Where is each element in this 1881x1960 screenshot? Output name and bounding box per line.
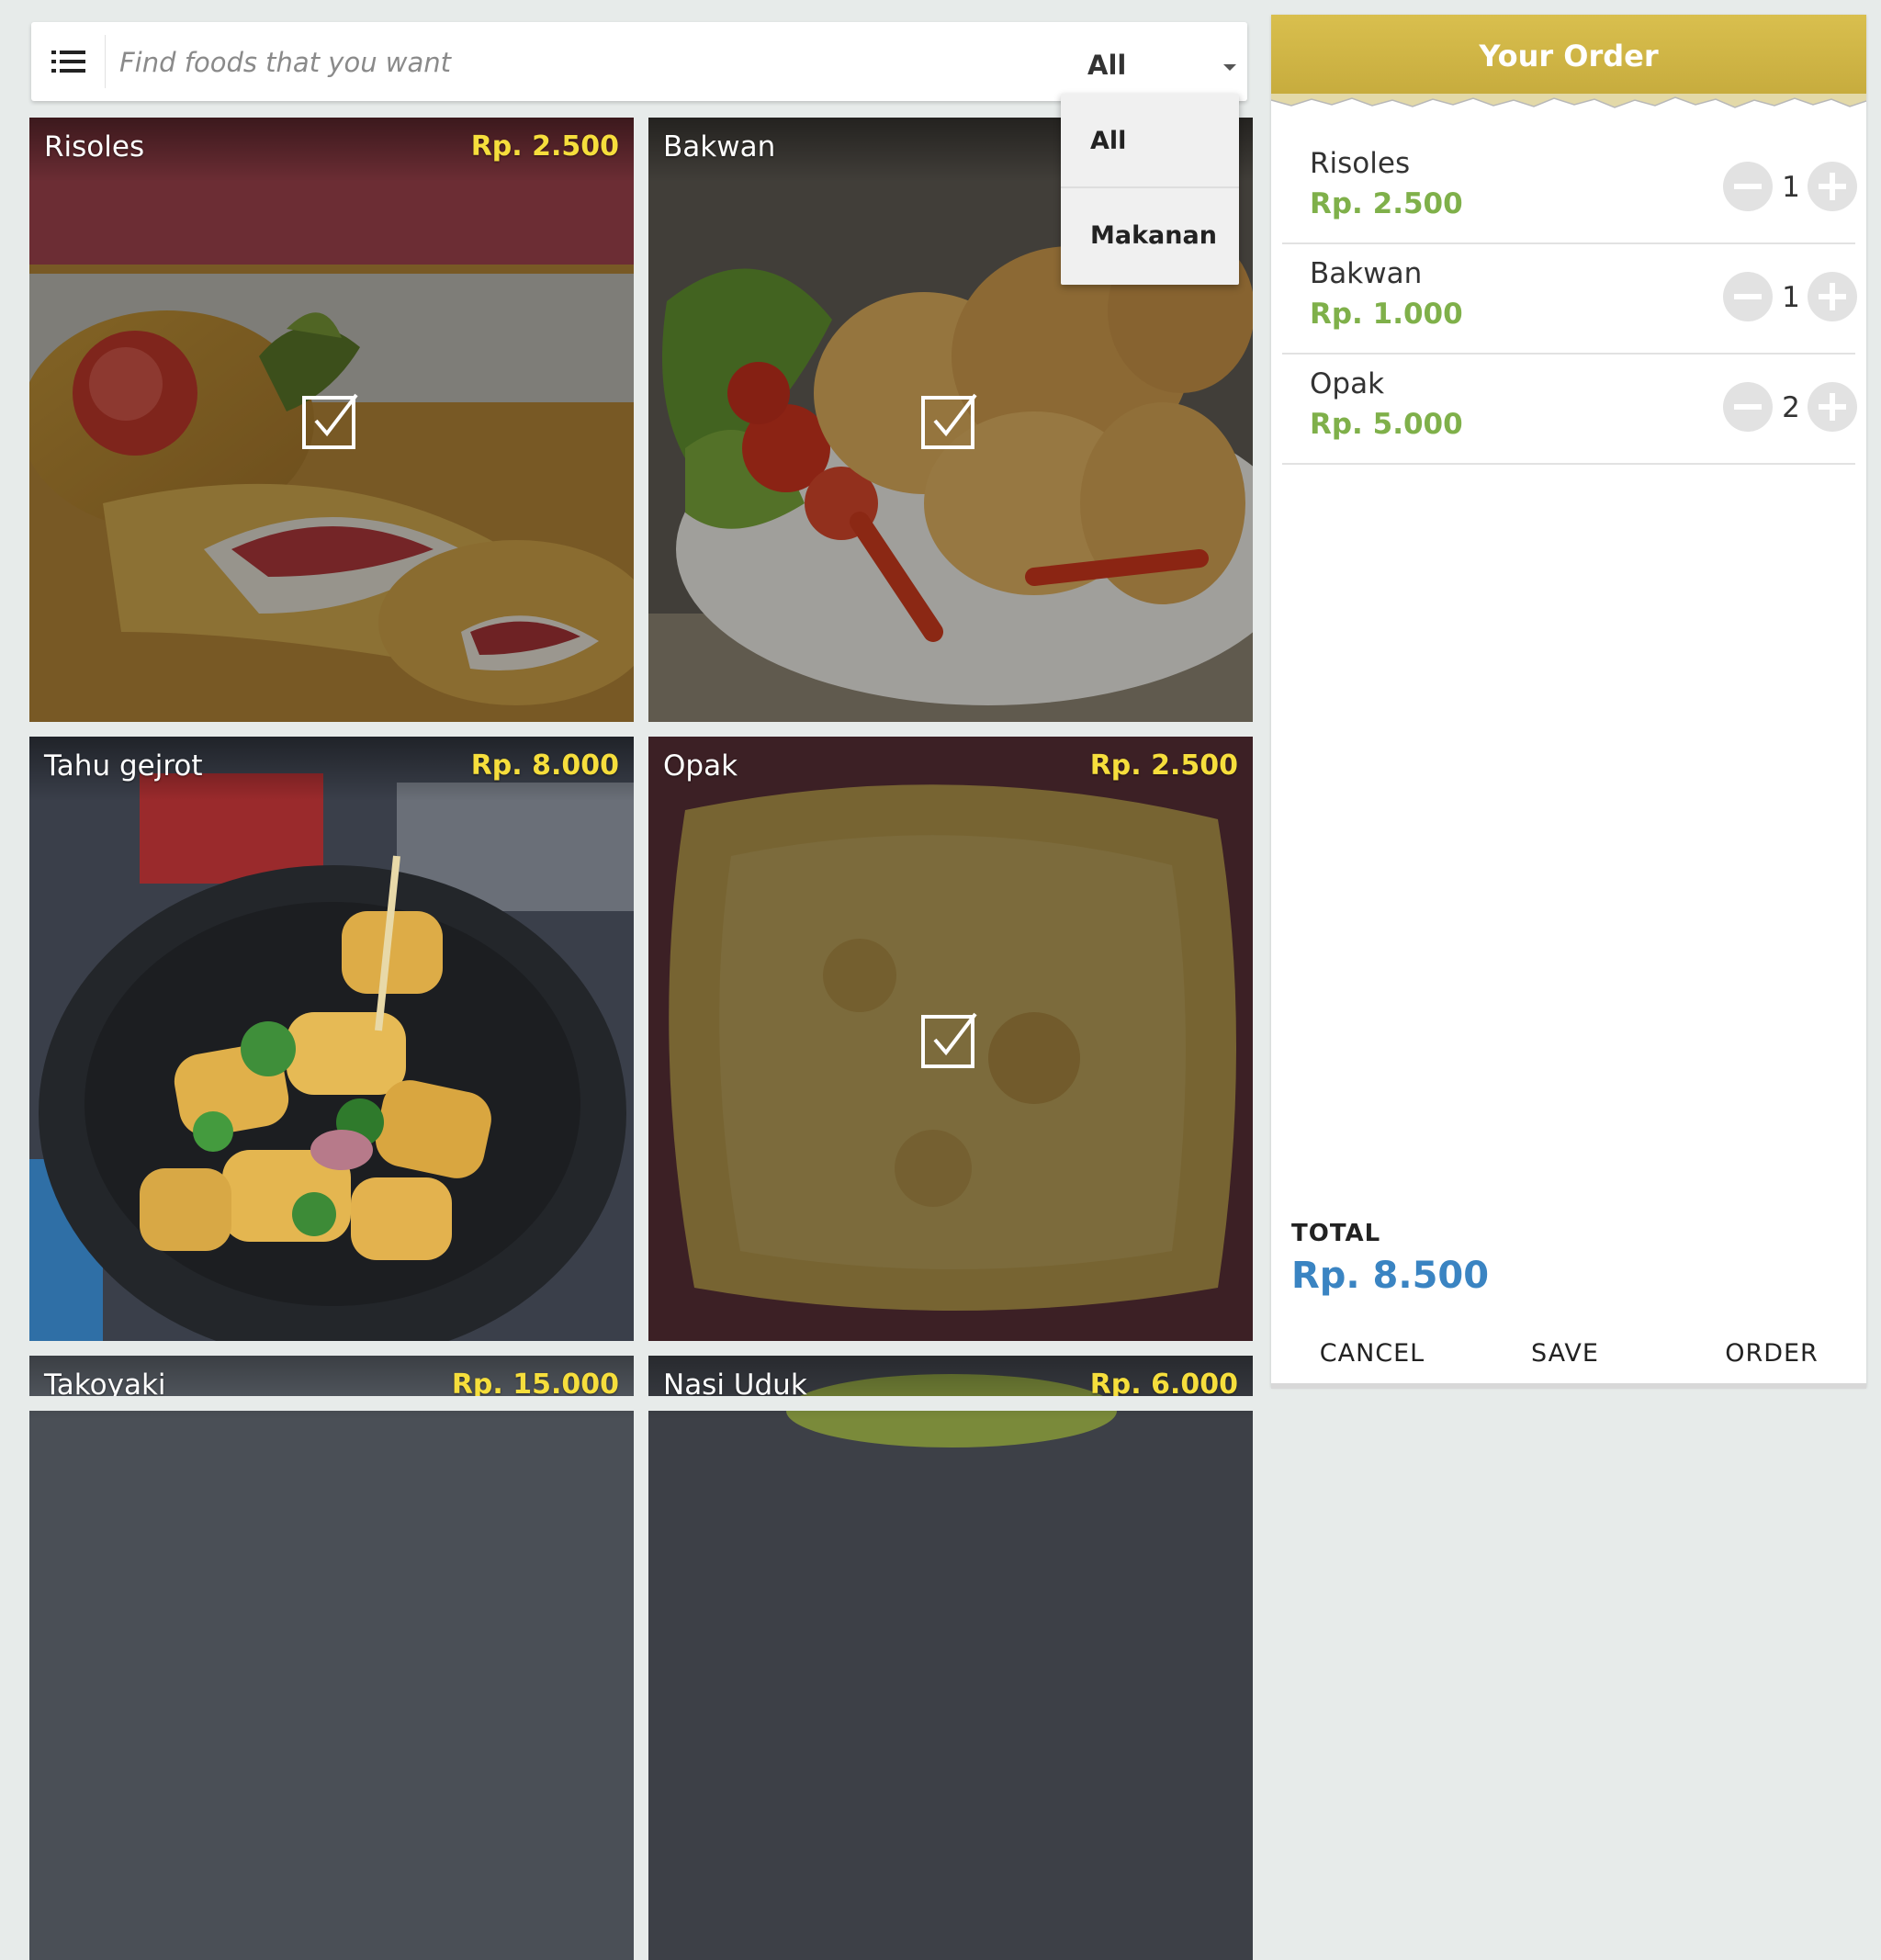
search-input[interactable] (118, 39, 801, 86)
food-tile-risoles[interactable]: Risoles Rp. 2.500 (29, 118, 634, 722)
food-photo-takoyaki (29, 1356, 634, 1960)
total-value: Rp. 8.500 (1291, 1255, 1490, 1297)
plus-circle-icon[interactable] (1808, 272, 1857, 321)
dropdown-option-all[interactable]: All (1061, 94, 1239, 188)
order-panel-title: Your Order (1271, 15, 1866, 97)
food-name: Risoles (44, 130, 145, 163)
order-item-price: Rp. 5.000 (1310, 408, 1463, 441)
order-item-price: Rp. 2.500 (1310, 187, 1463, 220)
search-divider (105, 35, 106, 88)
category-dropdown: All Makanan (1061, 94, 1239, 285)
food-tile-takoyaki[interactable]: Takoyaki Rp. 15.000 (29, 1356, 634, 1960)
food-price: Rp. 2.500 (1089, 749, 1238, 782)
order-item-name: Opak (1310, 367, 1385, 400)
order-item-qty: 1 (1782, 281, 1800, 314)
list-menu-icon[interactable] (48, 45, 90, 78)
food-photo-nasi-uduk (648, 1356, 1253, 1960)
dropdown-option-makanan[interactable]: Makanan (1061, 188, 1239, 283)
order-item-name: Risoles (1310, 147, 1411, 180)
order-button[interactable]: ORDER (1703, 1328, 1841, 1380)
total-label: TOTAL (1291, 1220, 1381, 1247)
check-icon (921, 393, 977, 449)
category-filter-select[interactable]: All (1087, 40, 1244, 88)
order-item: Bakwan Rp. 1.000 1 (1282, 244, 1857, 355)
food-tile-nasi-uduk[interactable]: Nasi Uduk Rp. 6.000 (648, 1356, 1253, 1960)
save-button[interactable]: SAVE (1501, 1328, 1629, 1380)
order-item: Risoles Rp. 2.500 1 (1282, 134, 1857, 244)
food-price: Rp. 2.500 (470, 130, 619, 163)
order-list: Risoles Rp. 2.500 1 Bakwan Rp. 1.000 1 O… (1282, 134, 1857, 465)
panel-bottom-strip (1271, 1383, 1866, 1389)
check-icon (921, 1012, 977, 1068)
grid-bottom-mask (0, 1396, 1267, 1411)
order-item-qty: 1 (1782, 171, 1800, 204)
plus-circle-icon[interactable] (1808, 162, 1857, 211)
plus-circle-icon[interactable] (1808, 382, 1857, 432)
order-item-name: Bakwan (1310, 257, 1423, 290)
minus-circle-icon[interactable] (1723, 382, 1773, 432)
order-item-qty: 2 (1782, 391, 1800, 424)
cancel-button[interactable]: CANCEL (1299, 1328, 1446, 1380)
food-tile-opak[interactable]: Opak Rp. 2.500 (648, 737, 1253, 1341)
food-name: Bakwan (663, 130, 776, 163)
torn-paper-edge (1271, 94, 1866, 108)
food-price: Rp. 8.000 (470, 749, 619, 782)
order-panel: Your Order Risoles Rp. 2.500 1 Bakwan Rp… (1271, 15, 1866, 1389)
food-tile-tahu-gejrot[interactable]: Tahu gejrot Rp. 8.000 (29, 737, 634, 1341)
food-photo-tahu-gejrot (29, 737, 634, 1341)
minus-circle-icon[interactable] (1723, 162, 1773, 211)
check-icon (302, 393, 358, 449)
food-name: Tahu gejrot (44, 749, 203, 783)
food-name: Opak (663, 749, 738, 783)
filter-selected-value: All (1087, 50, 1127, 81)
chevron-down-icon (1223, 64, 1236, 71)
minus-circle-icon[interactable] (1723, 272, 1773, 321)
search-bar: All (31, 22, 1247, 101)
order-item: Opak Rp. 5.000 2 (1282, 355, 1857, 465)
order-item-price: Rp. 1.000 (1310, 298, 1463, 331)
